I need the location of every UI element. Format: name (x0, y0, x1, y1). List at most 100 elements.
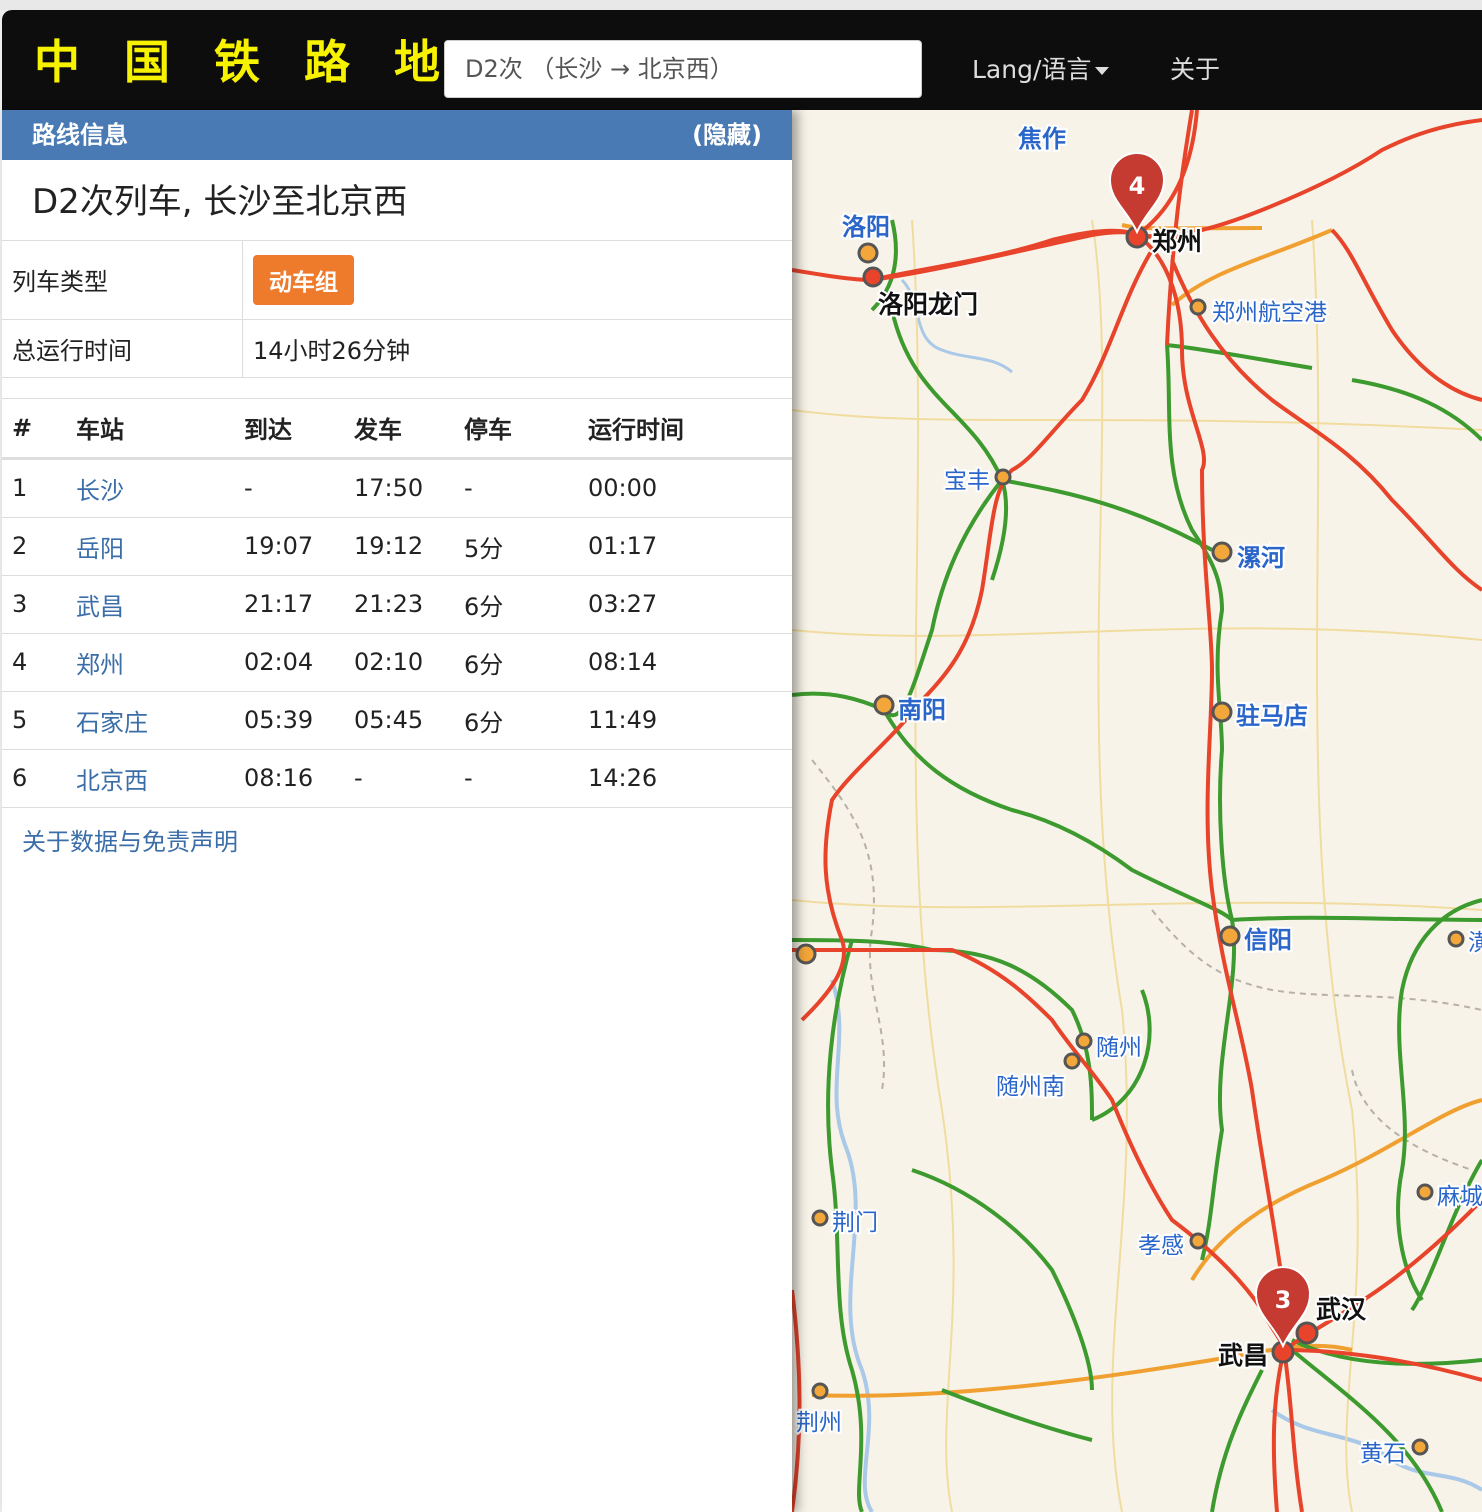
province-border (1151, 909, 1482, 1011)
depart-time: 05:45 (344, 691, 454, 750)
label-jingzhou: 荆州 (796, 1410, 842, 1436)
label-luohe: 漯河 (1237, 544, 1285, 572)
station-link[interactable]: 长沙 (66, 458, 234, 518)
stop-duration: 6分 (454, 633, 578, 692)
table-spacer (2, 378, 792, 399)
panel-header: 路线信息 (隐藏) (2, 110, 792, 160)
stops-header-row: # 车站 到达 发车 停车 运行时间 (2, 398, 792, 460)
map-canvas[interactable]: 4 3 焦作 洛阳 漯河 南阳 驻马店 信阳 郑州航空港 宝丰 潢 随州 随州南… (792, 110, 1482, 1512)
station-link[interactable]: 岳阳 (66, 517, 234, 576)
label-jingmen: 荆门 (832, 1210, 878, 1236)
stop-duration: 6分 (454, 575, 578, 634)
table-row: 6 北京西 08:16 - - 14:26 (2, 749, 792, 808)
about-link[interactable]: 关于 (1170, 48, 1220, 92)
conventional-rail (792, 219, 1482, 1512)
label-jiaozuo: 焦作 (1018, 125, 1066, 153)
arrive-time: 05:39 (234, 691, 344, 750)
depart-time: 17:50 (344, 458, 454, 518)
station-link[interactable]: 北京西 (66, 749, 234, 808)
browser-top-strip (0, 0, 1482, 10)
language-label: Lang/语言 (972, 55, 1092, 84)
col-header-station: 车站 (66, 398, 234, 460)
label-suizhou: 随州 (1096, 1035, 1142, 1061)
table-row: 3 武昌 21:17 21:23 6分 03:27 (2, 575, 792, 634)
search-input[interactable]: D2次 （长沙 → 北京西） (444, 40, 922, 98)
table-row: 5 石家庄 05:39 05:45 6分 11:49 (2, 691, 792, 750)
label-zhumadian: 驻马店 (1236, 702, 1308, 730)
arrive-time: 02:04 (234, 633, 344, 692)
col-header-elapsed: 运行时间 (578, 398, 792, 460)
arrive-time: 19:07 (234, 517, 344, 576)
train-type-badge: 动车组 (253, 254, 354, 305)
map-pin-4-number: 4 (1129, 172, 1146, 200)
stops-table: # 车站 到达 发车 停车 运行时间 1 长沙 - 17:50 - 00:00 … (2, 398, 792, 808)
depart-time: 02:10 (344, 633, 454, 692)
col-header-no: # (2, 398, 66, 460)
stop-no: 1 (2, 458, 66, 518)
stop-duration: 6分 (454, 691, 578, 750)
map-pin-3-number: 3 (1275, 1286, 1292, 1314)
caret-down-icon (1095, 67, 1110, 75)
elapsed-time: 14:26 (578, 749, 792, 808)
label-xiaogan: 孝感 (1138, 1233, 1184, 1259)
panel-title: 路线信息 (32, 121, 128, 149)
label-macheng: 麻城 (1437, 1184, 1482, 1210)
station-link[interactable]: 武昌 (66, 575, 234, 634)
train-type-cell: 动车组 (242, 241, 792, 320)
label-zhengzhou: 郑州 (1152, 227, 1202, 256)
total-time-value: 14小时26分钟 (242, 319, 792, 378)
stop-no: 2 (2, 517, 66, 576)
elapsed-time: 11:49 (578, 691, 792, 750)
station-link[interactable]: 石家庄 (66, 691, 234, 750)
train-type-label: 列车类型 (2, 241, 243, 320)
stop-no: 3 (2, 575, 66, 634)
label-baofeng: 宝丰 (944, 468, 990, 494)
label-luoyang: 洛阳 (842, 213, 890, 241)
elapsed-time: 08:14 (578, 633, 792, 692)
label-luoyang-longmen: 洛阳龙门 (878, 290, 978, 319)
depart-time: 19:12 (344, 517, 454, 576)
route-title: D2次列车, 长沙至北京西 (2, 160, 792, 241)
label-huangshi: 黄石 (1360, 1441, 1406, 1467)
stop-no: 6 (2, 749, 66, 808)
stop-duration: - (454, 749, 578, 808)
train-info-table: 列车类型 动车组 总运行时间 14小时26分钟 (2, 241, 792, 378)
elapsed-time: 01:17 (578, 517, 792, 576)
elapsed-time: 03:27 (578, 575, 792, 634)
arrive-time: 21:17 (234, 575, 344, 634)
stop-no: 5 (2, 691, 66, 750)
station-link[interactable]: 郑州 (66, 633, 234, 692)
col-header-depart: 发车 (344, 398, 454, 460)
station-labels: 郑州航空港 宝丰 潢 随州 随州南 荆门 孝感 麻城 荆州 黄石 (794, 298, 1482, 1469)
col-header-stop: 停车 (454, 398, 578, 460)
hide-panel-button[interactable]: (隐藏) (692, 110, 762, 160)
major-station-dots (862, 225, 1319, 1364)
total-time-label: 总运行时间 (2, 319, 243, 378)
label-nanyang: 南阳 (898, 696, 946, 724)
railway-map[interactable]: 4 3 焦作 洛阳 漯河 南阳 驻马店 信阳 郑州航空港 宝丰 潢 随州 随州南… (792, 110, 1482, 1512)
col-header-arrive: 到达 (234, 398, 344, 460)
stop-no: 4 (2, 633, 66, 692)
label-suizhou-nan: 随州南 (996, 1074, 1065, 1100)
orange-rail (811, 223, 1482, 1398)
disclaimer-link[interactable]: 关于数据与免责声明 (2, 808, 792, 871)
city-labels: 焦作 洛阳 漯河 南阳 驻马店 信阳 (840, 123, 1310, 956)
label-huang-edge: 潢 (1468, 930, 1482, 956)
depart-time: - (344, 749, 454, 808)
label-zhengzhou-airport: 郑州航空港 (1212, 300, 1327, 326)
table-row: 4 郑州 02:04 02:10 6分 08:14 (2, 633, 792, 692)
stop-duration: 5分 (454, 517, 578, 576)
arrive-time: 08:16 (234, 749, 344, 808)
label-xinyang: 信阳 (1244, 926, 1292, 954)
route-info-panel: 路线信息 (隐藏) D2次列车, 长沙至北京西 列车类型 动车组 总运行时间 1… (2, 110, 792, 1512)
arrive-time: - (234, 458, 344, 518)
province-border (811, 759, 886, 1091)
navbar: 中 国 铁 路 地 图 D2次 （长沙 → 北京西） Lang/语言 关于 (2, 10, 1482, 110)
stop-duration: - (454, 458, 578, 518)
table-row: 2 岳阳 19:07 19:12 5分 01:17 (2, 517, 792, 576)
language-dropdown[interactable]: Lang/语言 (972, 48, 1110, 92)
depart-time: 21:23 (344, 575, 454, 634)
label-wuhan: 武汉 (1316, 1295, 1367, 1324)
table-row: 1 长沙 - 17:50 - 00:00 (2, 458, 792, 518)
roads (792, 219, 1482, 1512)
